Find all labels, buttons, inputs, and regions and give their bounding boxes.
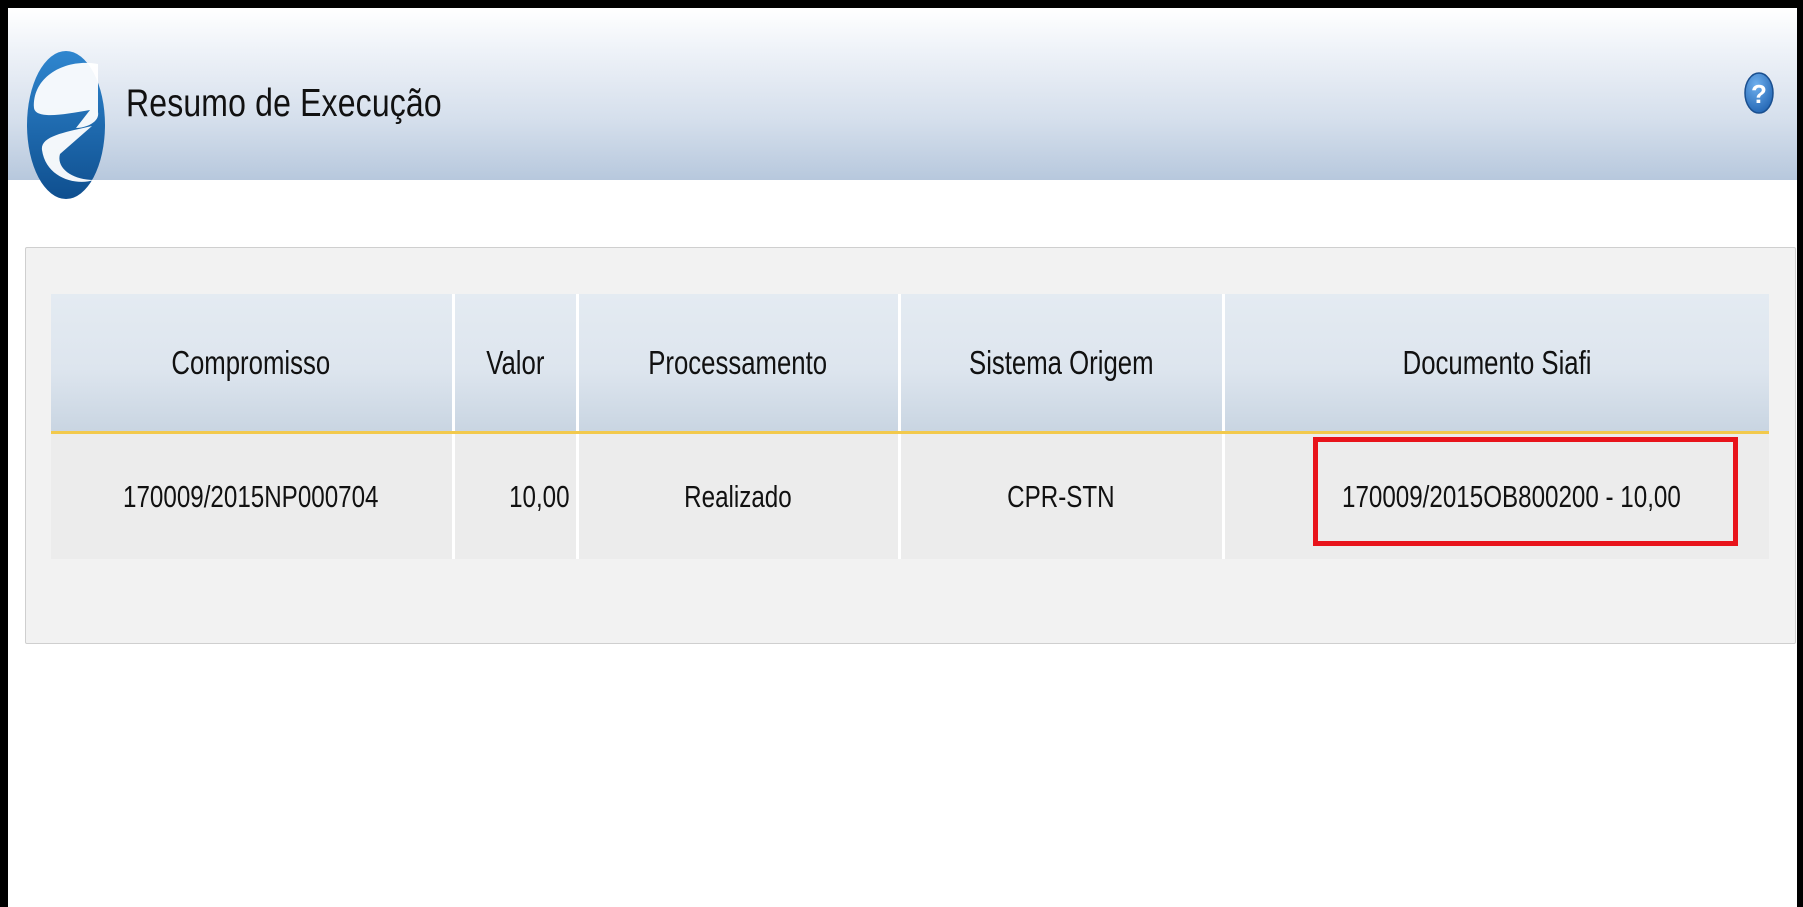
column-header-processamento[interactable]: Processamento xyxy=(575,294,899,434)
execution-summary-panel: Compromisso Valor Processamento Sistema … xyxy=(25,247,1796,644)
siafi-logo-icon xyxy=(27,51,105,199)
cell-valor: 10,00 xyxy=(451,432,577,559)
cell-compromisso: 170009/2015NP000704 xyxy=(51,432,453,559)
resumo-execucao-window: Resumo de Execução ? Compromisso Valor P… xyxy=(8,8,1797,907)
execution-table: Compromisso Valor Processamento Sistema … xyxy=(51,294,1769,559)
column-header-sistema-origem[interactable]: Sistema Origem xyxy=(897,294,1223,434)
table-header-row: Compromisso Valor Processamento Sistema … xyxy=(51,294,1769,434)
help-glyph: ? xyxy=(1751,79,1767,109)
page-header: Resumo de Execução ? xyxy=(8,8,1797,199)
documento-siafi-text: 170009/2015OB800200 - 10,00 xyxy=(1341,479,1681,514)
column-header-documento-siafi[interactable]: Documento Siafi xyxy=(1221,294,1769,434)
column-header-valor[interactable]: Valor xyxy=(451,294,577,434)
cell-documento-siafi: 170009/2015OB800200 - 10,00 xyxy=(1221,432,1769,559)
cell-sistema-origem: CPR-STN xyxy=(897,432,1223,559)
page-title: Resumo de Execução xyxy=(126,82,442,125)
column-header-compromisso[interactable]: Compromisso xyxy=(51,294,453,434)
help-icon[interactable]: ? xyxy=(1743,70,1775,116)
cell-processamento: Realizado xyxy=(575,432,899,559)
table-row[interactable]: 170009/2015NP000704 10,00 Realizado CPR-… xyxy=(51,432,1769,559)
